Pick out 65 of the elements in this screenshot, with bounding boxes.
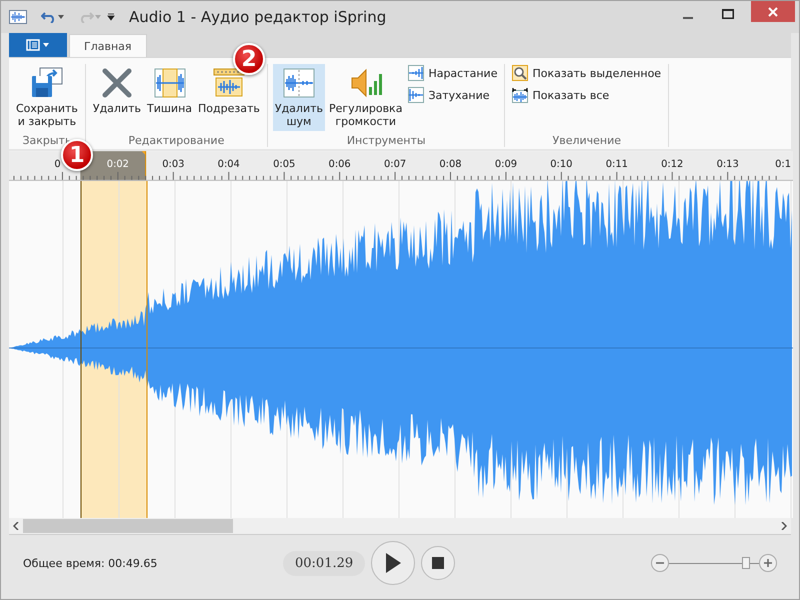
scrollbar-thumb[interactable] — [23, 519, 233, 533]
ribbon-button[interactable]: Затухание — [406, 86, 500, 104]
undo-arrow-icon — [41, 11, 57, 23]
ribbon-group-label: Инструменты — [346, 133, 426, 147]
fit-waveform-icon — [512, 87, 528, 103]
ribbon-button[interactable]: Регулировка громкости — [326, 64, 404, 131]
scroll-right-icon[interactable] — [781, 522, 787, 530]
file-menu-button[interactable] — [9, 33, 67, 57]
floppy-disk-icon — [30, 67, 64, 99]
magnifier-icon — [512, 65, 528, 81]
slider-thumb[interactable] — [742, 557, 750, 569]
time-label: 0 — [54, 159, 61, 170]
time-label: 0:13 — [716, 159, 739, 170]
redo-arrow-icon — [78, 11, 94, 23]
ribbon-tab[interactable]: Главная — [69, 34, 147, 57]
speaker-volume-icon — [350, 67, 382, 99]
time-label: 0:05 — [273, 159, 296, 170]
noise-waveform-icon — [282, 67, 315, 99]
time-label: 0:1 — [775, 159, 792, 170]
ribbon-button[interactable]: Нарастание — [406, 64, 500, 82]
ribbon-button[interactable]: Показать выделенное — [510, 64, 664, 82]
fade-out-waveform-icon — [408, 87, 424, 103]
maximize-icon — [722, 9, 734, 19]
stop-button[interactable] — [421, 546, 456, 580]
time-label: 0:04 — [218, 159, 240, 170]
close-icon — [767, 6, 779, 18]
position-display: 00:01.29 — [283, 550, 366, 576]
time-label: 0:03 — [162, 159, 184, 170]
trim-waveform-icon — [212, 67, 246, 99]
ribbon-button[interactable]: Удалить — [90, 64, 143, 130]
time-label: 0:10 — [550, 159, 572, 170]
play-button[interactable] — [371, 541, 416, 585]
ribbon-group-label: Редактирование — [128, 133, 224, 147]
zoom-in-button[interactable] — [759, 554, 777, 572]
menu-icon — [26, 39, 50, 51]
time-label: 0:02 — [106, 159, 129, 170]
time-label: 0:12 — [661, 159, 684, 170]
silence-waveform-icon — [154, 67, 186, 99]
zoom-out-button[interactable] — [651, 554, 669, 572]
scroll-left-icon[interactable] — [13, 522, 19, 530]
ribbon-button[interactable]: Тишина — [145, 64, 194, 130]
time-label: 0:06 — [328, 159, 351, 170]
cross-icon — [100, 67, 133, 99]
dropdown-caret-icon — [95, 15, 101, 19]
horizontal-scrollbar[interactable] — [9, 518, 791, 534]
plus-icon — [763, 558, 773, 568]
fade-in-waveform-icon — [408, 65, 424, 81]
time-label: 0:07 — [384, 159, 406, 170]
time-label: 0:08 — [439, 159, 462, 170]
ribbon-button[interactable]: Показать все — [510, 86, 664, 104]
play-icon — [384, 552, 402, 574]
dropdown-caret-icon — [58, 15, 64, 19]
close-button[interactable] — [751, 1, 795, 22]
window-title: Audio 1 - Аудио редактор iSpring — [129, 8, 386, 26]
ribbon-button[interactable]: Сохранить и закрыть — [14, 64, 80, 131]
ribbon-group-label: Увеличение — [552, 133, 622, 147]
ribbon-button[interactable]: Удалить шум — [272, 64, 325, 131]
stop-icon — [432, 557, 444, 569]
time-label: 0:11 — [606, 159, 628, 170]
total-time: Общее время: 00:49.65 — [23, 556, 158, 570]
time-label: 0:09 — [494, 159, 518, 170]
minimize-icon — [683, 17, 693, 19]
waveform-icon — [9, 10, 27, 24]
undo-button[interactable] — [41, 11, 64, 23]
customize-caret-icon[interactable] — [107, 13, 115, 21]
